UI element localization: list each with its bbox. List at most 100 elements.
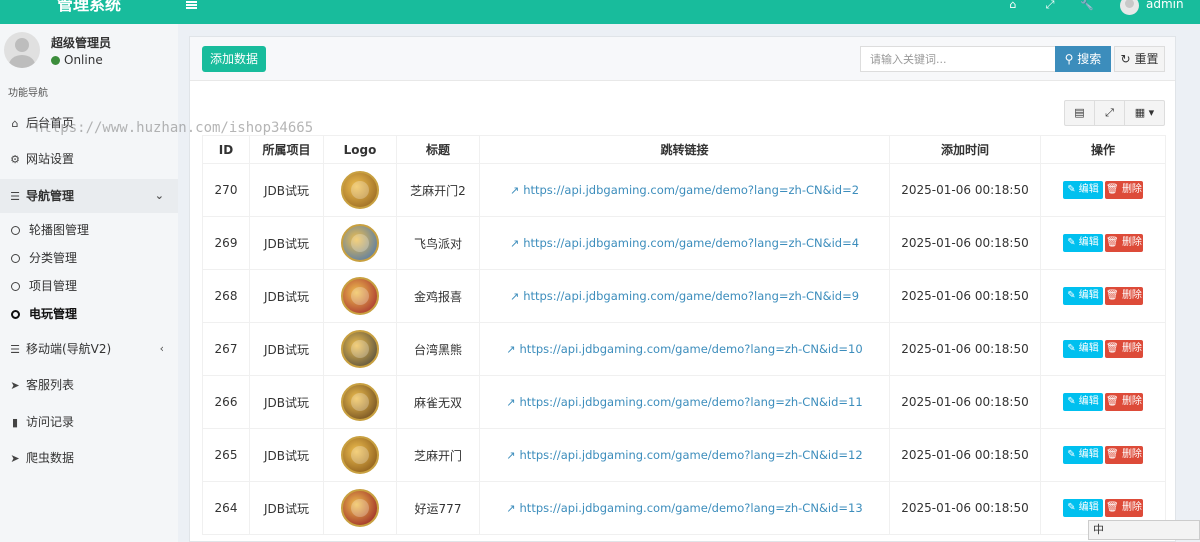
top-navbar: 管理系统 ⌂ ⤢ 🔧 admin [0, 0, 1200, 24]
external-link-icon: ↗ [509, 237, 520, 250]
admin-name[interactable]: admin [1146, 0, 1184, 10]
delete-button[interactable]: 🗑 删除 [1105, 287, 1143, 305]
column-header-actions: 操作 [1040, 135, 1166, 164]
cogs-icon: ⚙ [10, 153, 20, 166]
jump-link[interactable]: ↗ https://api.jdbgaming.com/game/demo?lan… [510, 236, 859, 250]
cell-id: 269 [202, 216, 250, 270]
edit-button[interactable]: ✎ 编辑 [1063, 287, 1103, 305]
cell-time: 2025-01-06 00:18:50 [889, 322, 1041, 376]
delete-button[interactable]: 🗑 删除 [1105, 393, 1143, 411]
column-header-id[interactable]: ID [202, 135, 250, 164]
search-button[interactable]: ⚲ 搜索 [1055, 46, 1111, 72]
column-header-link[interactable]: 跳转链接 [479, 135, 890, 164]
jump-link-text: https://api.jdbgaming.com/game/demo?lang… [519, 342, 863, 356]
cell-id: 266 [202, 375, 250, 429]
delete-button[interactable]: 🗑 删除 [1105, 234, 1143, 252]
sidebar-item-crawler-data[interactable]: ➤ 爬虫数据 [0, 441, 178, 475]
content-panel: 添加数据 ⚲ 搜索 ↻ 重置 ▤ ⤢ ▦ ▾ ID 所属项目 Logo 标题 跳… [189, 36, 1176, 542]
cell-logo [323, 481, 397, 535]
jump-link[interactable]: ↗ https://api.jdbgaming.com/game/demo?lan… [510, 183, 859, 197]
delete-button-label: 删除 [1121, 396, 1142, 407]
edit-button[interactable]: ✎ 编辑 [1063, 393, 1103, 411]
sidebar-subitem-label: 项目管理 [29, 279, 78, 293]
game-logo-image[interactable] [341, 436, 379, 474]
edit-button[interactable]: ✎ 编辑 [1063, 234, 1103, 252]
sidebar-item-visit-log[interactable]: ▮ 访问记录 [0, 405, 178, 439]
game-logo-image[interactable] [341, 224, 379, 262]
sidebar-subitem-project[interactable]: 项目管理 [0, 272, 178, 300]
circle-icon [11, 254, 20, 263]
expand-icon[interactable]: ⤢ [1043, 0, 1057, 12]
edit-button-label: 编辑 [1078, 237, 1099, 248]
jump-link[interactable]: ↗ https://api.jdbgaming.com/game/demo?lan… [506, 448, 862, 462]
sidebar-item-site-settings[interactable]: ⚙ 网站设置 [0, 142, 178, 176]
app-title[interactable]: 管理系统 [0, 0, 178, 24]
sidebar-subitem-carousel[interactable]: 轮播图管理 [0, 216, 178, 244]
jump-link[interactable]: ↗ https://api.jdbgaming.com/game/demo?lan… [506, 342, 862, 356]
menu-toggle-icon[interactable] [186, 0, 202, 12]
cell-project: JDB试玩 [249, 375, 324, 429]
delete-button-label: 删除 [1121, 184, 1142, 195]
jump-link-text: https://api.jdbgaming.com/game/demo?lang… [519, 395, 863, 409]
toggle-view-icon[interactable]: ▤ [1065, 101, 1095, 125]
edit-button-label: 编辑 [1078, 184, 1099, 195]
columns-dropdown-icon[interactable]: ▦ ▾ [1125, 101, 1164, 125]
wrench-icon[interactable]: 🔧 [1080, 0, 1094, 12]
reset-button[interactable]: ↻ 重置 [1114, 46, 1165, 72]
jump-link[interactable]: ↗ https://api.jdbgaming.com/game/demo?lan… [510, 289, 859, 303]
sidebar-item-dashboard[interactable]: ⌂ 后台首页 [0, 106, 178, 140]
sidebar-subitem-label: 轮播图管理 [29, 223, 90, 237]
jump-link[interactable]: ↗ https://api.jdbgaming.com/game/demo?lan… [506, 395, 862, 409]
cell-link: ↗ https://api.jdbgaming.com/game/demo?lan… [479, 163, 890, 217]
cell-logo [323, 322, 397, 376]
delete-button-label: 删除 [1121, 502, 1142, 513]
delete-button[interactable]: 🗑 删除 [1105, 340, 1143, 358]
add-data-button[interactable]: 添加数据 [202, 46, 266, 72]
ime-toolbar[interactable]: 中 [1088, 520, 1200, 540]
jump-link[interactable]: ↗ https://api.jdbgaming.com/game/demo?lan… [506, 501, 862, 515]
cell-id: 268 [202, 269, 250, 323]
home-icon[interactable]: ⌂ [1006, 0, 1020, 12]
table-row: 270 JDB试玩 芝麻开门2 ↗ https://api.jdbgaming.com/… [202, 163, 1166, 217]
sidebar-subitem-arcade[interactable]: 电玩管理 [0, 300, 178, 328]
reset-button-label: 重置 [1134, 52, 1159, 66]
edit-button[interactable]: ✎ 编辑 [1063, 181, 1103, 199]
edit-icon: ✎ [1067, 237, 1076, 248]
sidebar-item-customer-service[interactable]: ➤ 客服列表 [0, 368, 178, 402]
sidebar-item-nav-management[interactable]: ☰ 导航管理 ⌄ [0, 179, 178, 213]
sidebar-subitem-category[interactable]: 分类管理 [0, 244, 178, 272]
column-header-project[interactable]: 所属项目 [249, 135, 324, 164]
delete-button[interactable]: 🗑 删除 [1105, 181, 1143, 199]
game-logo-image[interactable] [341, 171, 379, 209]
cell-logo [323, 269, 397, 323]
game-logo-image[interactable] [341, 489, 379, 527]
table-row: 264 JDB试玩 好运777 ↗ https://api.jdbgaming.com/… [202, 481, 1166, 535]
game-logo-image[interactable] [341, 277, 379, 315]
edit-button[interactable]: ✎ 编辑 [1063, 446, 1103, 464]
cell-actions: ✎ 编辑 🗑 删除 [1040, 375, 1166, 429]
sidebar-subitem-label: 电玩管理 [29, 307, 78, 321]
game-logo-image[interactable] [341, 383, 379, 421]
cell-time: 2025-01-06 00:18:50 [889, 216, 1041, 270]
column-header-title[interactable]: 标题 [396, 135, 480, 164]
edit-icon: ✎ [1067, 502, 1076, 513]
avatar[interactable] [1120, 0, 1139, 15]
search-input[interactable] [860, 46, 1056, 72]
sidebar-subitem-label: 分类管理 [29, 251, 78, 265]
column-header-time[interactable]: 添加时间 [889, 135, 1041, 164]
delete-button[interactable]: 🗑 删除 [1105, 446, 1143, 464]
cell-link: ↗ https://api.jdbgaming.com/game/demo?lan… [479, 216, 890, 270]
column-header-logo[interactable]: Logo [323, 135, 397, 164]
edit-button[interactable]: ✎ 编辑 [1063, 499, 1103, 517]
edit-button-label: 编辑 [1078, 396, 1099, 407]
table-row: 265 JDB试玩 芝麻开门 ↗ https://api.jdbgaming.com/g… [202, 428, 1166, 482]
fullscreen-icon[interactable]: ⤢ [1095, 101, 1125, 125]
sidebar-item-label: 客服列表 [26, 378, 75, 392]
delete-button[interactable]: 🗑 删除 [1105, 499, 1143, 517]
circle-icon [11, 282, 20, 291]
game-logo-image[interactable] [341, 330, 379, 368]
edit-button[interactable]: ✎ 编辑 [1063, 340, 1103, 358]
sidebar-item-label: 后台首页 [26, 116, 75, 130]
sidebar-item-mobile-nav[interactable]: ☰ 移动端(导航V2) ‹ [0, 332, 178, 366]
cell-id: 264 [202, 481, 250, 535]
